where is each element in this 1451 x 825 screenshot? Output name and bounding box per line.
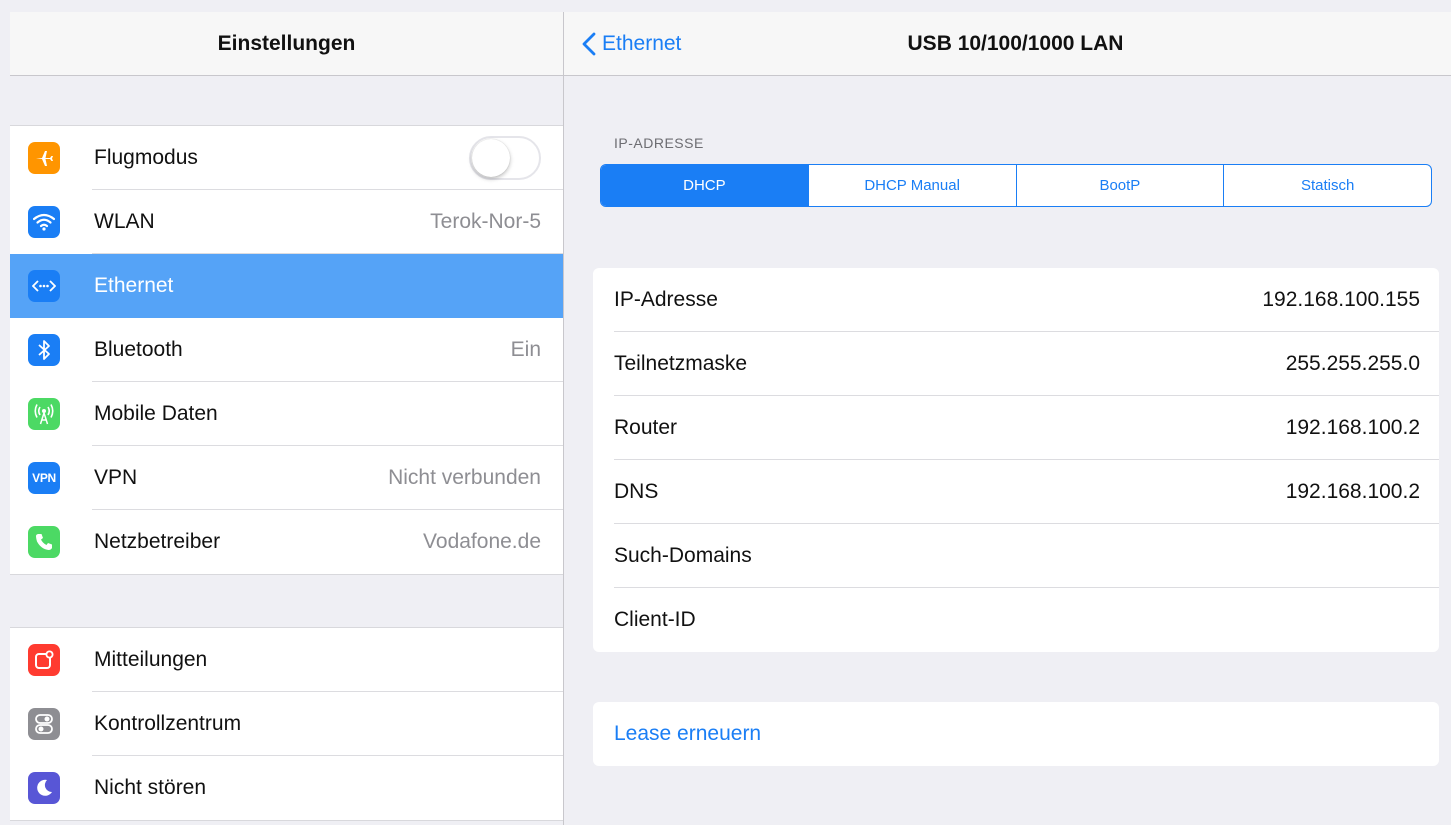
segment-dhcp-manual[interactable]: DHCP Manual	[809, 165, 1017, 206]
info-value: 192.168.100.2	[1285, 480, 1420, 503]
wlan-network-value: Terok-Nor-5	[430, 210, 541, 233]
carrier-value: Vodafone.de	[423, 530, 541, 553]
info-label: DNS	[614, 480, 659, 503]
sidebar-group-connectivity: Flugmodus WLAN Terok-Nor-5 Ethernet Blue…	[10, 125, 563, 575]
cellular-icon	[28, 398, 60, 430]
segment-dhcp[interactable]: DHCP	[601, 165, 809, 206]
sidebar-item-label: Kontrollzentrum	[94, 712, 242, 735]
vpn-status-value: Nicht verbunden	[388, 466, 541, 489]
detail-pane: USB 10/100/1000 LAN Ethernet IP-ADRESSE …	[564, 12, 1451, 825]
info-label: Client-ID	[614, 608, 696, 631]
sidebar-item-bluetooth[interactable]: Bluetooth Ein	[10, 318, 563, 382]
renew-lease-button[interactable]: Lease erneuern	[593, 702, 1439, 766]
sidebar-item-label: Flugmodus	[94, 146, 198, 169]
sidebar-item-label: Netzbetreiber	[94, 530, 221, 553]
back-button-label: Ethernet	[602, 32, 682, 55]
sidebar-title: Einstellungen	[10, 12, 563, 76]
list-item-client-id: Client-ID	[593, 588, 1439, 652]
sidebar-item-label: Ethernet	[94, 274, 174, 297]
segment-statisch[interactable]: Statisch	[1224, 165, 1431, 206]
list-item-teilnetzmaske: Teilnetzmaske 255.255.255.0	[593, 332, 1439, 396]
sidebar-item-wlan[interactable]: WLAN Terok-Nor-5	[10, 190, 563, 254]
sidebar-group-system: Mitteilungen Kontrollzentrum Nicht störe…	[10, 627, 563, 821]
bluetooth-status-value: Ein	[510, 338, 541, 361]
sidebar-item-label: Nicht stören	[94, 776, 207, 799]
info-label: Teilnetzmaske	[614, 352, 748, 375]
list-item-such-domains: Such-Domains	[593, 524, 1439, 588]
ip-mode-segmented-control: DHCP DHCP Manual BootP Statisch	[600, 164, 1432, 207]
info-value: 255.255.255.0	[1285, 352, 1420, 375]
notifications-icon	[28, 644, 60, 676]
sidebar-item-nicht-stoeren[interactable]: Nicht stören	[10, 756, 563, 820]
control-center-icon	[28, 708, 60, 740]
phone-icon	[28, 526, 60, 558]
sidebar-item-label: VPN	[94, 466, 138, 489]
list-item-dns: DNS 192.168.100.2	[593, 460, 1439, 524]
settings-sidebar: Einstellungen Flugmodus WLAN Terok-Nor-5…	[10, 12, 563, 825]
sidebar-item-vpn[interactable]: VPN VPN Nicht verbunden	[10, 446, 563, 510]
sidebar-item-netzbetreiber[interactable]: Netzbetreiber Vodafone.de	[10, 510, 563, 574]
airplane-mode-toggle[interactable]	[469, 136, 541, 180]
bluetooth-icon	[28, 334, 60, 366]
info-label: IP-Adresse	[614, 288, 718, 311]
sidebar-item-flugmodus[interactable]: Flugmodus	[10, 126, 563, 190]
info-value: 192.168.100.2	[1285, 416, 1420, 439]
sidebar-item-mitteilungen[interactable]: Mitteilungen	[10, 628, 563, 692]
moon-icon	[28, 772, 60, 804]
vpn-icon-text: VPN	[32, 471, 56, 485]
sidebar-item-label: Bluetooth	[94, 338, 183, 361]
info-label: Router	[614, 416, 678, 439]
detail-navbar: USB 10/100/1000 LAN Ethernet	[564, 12, 1451, 76]
info-value: 192.168.100.155	[1262, 288, 1420, 311]
back-button[interactable]: Ethernet	[582, 12, 681, 76]
list-item-router: Router 192.168.100.2	[593, 396, 1439, 460]
chevron-left-icon	[582, 32, 596, 56]
ip-info-list: IP-Adresse 192.168.100.155 Teilnetzmaske…	[593, 268, 1439, 652]
sidebar-item-mobile-daten[interactable]: Mobile Daten	[10, 382, 563, 446]
list-item-ip-adresse: IP-Adresse 192.168.100.155	[593, 268, 1439, 332]
ethernet-icon	[28, 270, 60, 302]
wifi-icon	[28, 206, 60, 238]
info-label: Such-Domains	[614, 544, 752, 567]
vpn-icon: VPN	[28, 462, 60, 494]
airplane-icon	[28, 142, 60, 174]
sidebar-item-label: Mitteilungen	[94, 648, 208, 671]
sidebar-item-label: Mobile Daten	[94, 402, 218, 425]
section-header-ip: IP-ADRESSE	[614, 135, 704, 151]
page-title: USB 10/100/1000 LAN	[564, 12, 1451, 76]
sidebar-item-label: WLAN	[94, 210, 155, 233]
segment-bootp[interactable]: BootP	[1017, 165, 1225, 206]
page-title-text: USB 10/100/1000 LAN	[907, 32, 1124, 55]
sidebar-item-ethernet[interactable]: Ethernet	[10, 254, 563, 318]
sidebar-item-kontrollzentrum[interactable]: Kontrollzentrum	[10, 692, 563, 756]
